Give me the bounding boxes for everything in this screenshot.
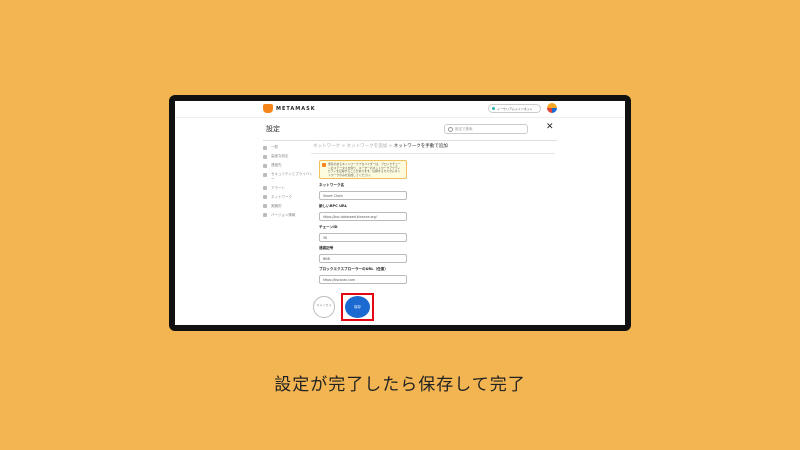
currency-symbol-field: 通貨記号 BNB [319,246,553,263]
search-placeholder: 設定で検索 [455,127,473,131]
rpc-url-field: 新しいRPC URL https://bsc-dataseed.binance.… [319,204,553,221]
network-dot-icon [492,107,495,110]
field-label: 新しいRPC URL [319,204,348,208]
close-icon[interactable]: ✕ [546,122,554,132]
top-bar: METAMASK イーサリアムメインネット [175,101,625,118]
sidebar-item-label: バージョン情報 [271,212,296,217]
block-explorer-input[interactable]: https://bscscan.com [319,275,407,284]
flask-icon [263,204,267,208]
sidebar-item-advanced[interactable]: 高度な設定 [263,154,313,159]
fox-icon [263,104,273,113]
breadcrumb-previous[interactable]: ネットワーク > ネットワークを追加 > [313,144,394,149]
field-label: 通貨記号 [319,246,334,250]
network-name-field: ネットワーク名 Smart Chain [319,183,553,200]
cancel-button[interactable]: キャンセル [313,296,335,318]
brand-name: METAMASK [276,105,316,112]
chain-id-input[interactable]: 56 [319,233,407,242]
metamask-logo: METAMASK [263,104,316,113]
currency-symbol-input[interactable]: BNB [319,254,407,263]
settings-header: 設定 設定で検索 ✕ [263,118,557,141]
bell-icon [263,186,267,190]
block-explorer-field: ブロックエクスプローラーのURL（任意） https://bscscan.com [319,267,553,284]
sidebar-item-general[interactable]: 一般 [263,145,313,150]
sidebar-item-label: アラート [271,185,285,190]
device-frame: METAMASK イーサリアムメインネット 設定 設定で検索 ✕ 一般 高度な設… [169,95,631,331]
save-button[interactable]: 保存 [345,296,370,318]
sidebar-item-experimental[interactable]: 実験的 [263,203,313,208]
sidebar-item-contacts[interactable]: 連絡先 [263,163,313,168]
field-label: ネットワーク名 [319,183,345,187]
sidebar-item-about[interactable]: バージョン情報 [263,212,313,217]
sidebar-item-alerts[interactable]: アラート [263,185,313,190]
warning-box: 悪意のあるネットワークプロバイダーは、ブロックチェーンのステータスを偽り、ユーザ… [319,160,407,179]
sidebar-item-security[interactable]: セキュリティとプライバシー [263,172,313,181]
network-icon [263,195,267,199]
network-name: イーサリアムメインネット [497,106,533,111]
network-name-input[interactable]: Smart Chain [319,191,407,200]
sidebar-item-label: ネットワーク [271,194,292,199]
breadcrumb-current: ネットワークを手動で追加 [393,144,448,149]
browser-screen: METAMASK イーサリアムメインネット 設定 設定で検索 ✕ 一般 高度な設… [175,101,625,325]
chain-id-field: チェーンID 56 [319,225,553,242]
warning-icon [322,163,326,167]
search-icon [448,127,453,132]
network-selector[interactable]: イーサリアムメインネット [488,104,541,113]
field-label: ブロックエクスプローラーのURL（任意） [319,267,388,271]
lock-icon [263,172,267,177]
sidebar-item-label: セキュリティとプライバシー [271,172,313,181]
sidebar-item-label: 連絡先 [271,163,282,167]
book-icon [263,163,267,168]
divider [311,153,555,154]
info-icon [263,213,267,217]
account-avatar[interactable] [547,103,557,113]
breadcrumb: ネットワーク > ネットワークを追加 > ネットワークを手動で追加 [313,143,553,151]
sliders-icon [263,154,267,159]
sidebar-item-label: 一般 [271,145,278,149]
gear-icon [263,145,267,150]
sidebar-item-label: 高度な設定 [271,154,289,158]
sidebar: 一般 高度な設定 連絡先 セキュリティとプライバシー アラート ネットワーク 実… [263,145,313,222]
sidebar-item-networks[interactable]: ネットワーク [263,194,313,199]
rpc-url-input[interactable]: https://bsc-dataseed.binance.org/ [319,212,407,221]
warning-text: 悪意のあるネットワークプロバイダーは、ブロックチェーンのステータスを偽り、ユーザ… [328,162,401,177]
search-input[interactable]: 設定で検索 [444,124,528,134]
sidebar-item-label: 実験的 [271,203,282,208]
add-network-form: ネットワーク > ネットワークを追加 > ネットワークを手動で追加 悪意のあるネ… [311,143,555,284]
page-title: 設定 [266,125,280,133]
caption-text: 設定が完了したら保存して完了 [274,375,526,395]
field-label: チェーンID [319,225,338,229]
